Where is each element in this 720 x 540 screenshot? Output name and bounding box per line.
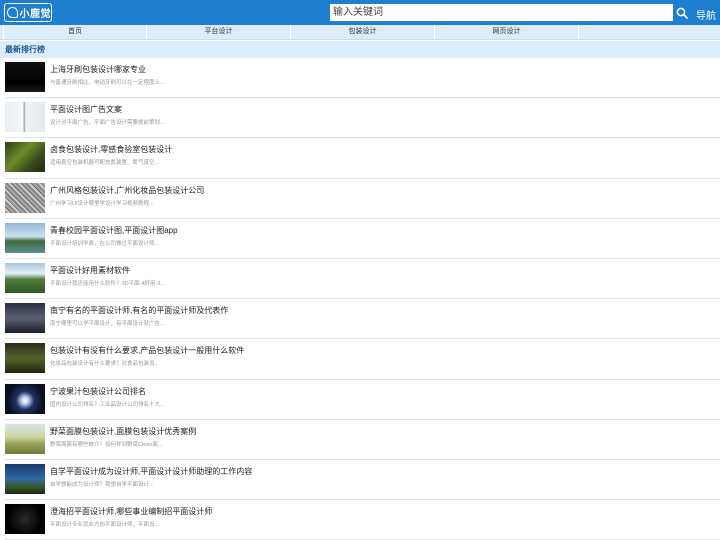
- list-item[interactable]: 青春校园平面设计图,平面设计图app 平面设计培训学费，在公司做过平面设计师..…: [5, 219, 720, 259]
- item-title[interactable]: 上海牙刷包装设计哪家专业: [50, 64, 146, 75]
- item-title[interactable]: 平面设计好用素材软件: [50, 265, 130, 276]
- item-description: 与普通牙刷相比，电动牙刷可以在一定程度上...: [50, 80, 165, 86]
- item-title[interactable]: 广州风格包装设计,广州化妆品包装设计公司: [50, 185, 204, 196]
- item-title[interactable]: 南宁有名的平面设计师,有名的平面设计师及代表作: [50, 305, 228, 316]
- item-description: 设计对平面广告，平面广告设计需要提前策划...: [50, 120, 165, 127]
- item-description: 化妆品包装设计有什么要求？对食品包装设...: [50, 361, 160, 368]
- thumbnail-image[interactable]: [5, 463, 45, 494]
- nav-menu-link[interactable]: 导航: [696, 7, 716, 22]
- item-description: 平面设计专业就业方向平面设计师，平面设...: [50, 522, 160, 529]
- item-title[interactable]: 澄海招平面设计师,哪些事业编制招平面设计师: [50, 506, 212, 517]
- list-item[interactable]: 南宁有名的平面设计师,有名的平面设计师及代表作 南宁哪里可以学平面设计，有平面设…: [5, 299, 720, 340]
- tab-platform-design[interactable]: 平台设计: [147, 25, 291, 39]
- item-title[interactable]: 野菜面膜包装设计,面膜包装设计优秀案例: [50, 426, 196, 437]
- thumbnail-image[interactable]: [5, 62, 45, 92]
- item-description: 适用真空包装机器可配充氮装置、氮气真空...: [50, 160, 160, 167]
- list-item[interactable]: 卤食包装设计,零感食验室包装设计 适用真空包装机器可配充氮装置、氮气真空...: [5, 138, 720, 179]
- item-title[interactable]: 自学平面设计成为设计师,平面设计设计师助理的工作内容: [50, 466, 252, 477]
- item-description: 自学想能成为设计师？我想自学平面设计...: [50, 481, 154, 488]
- search-icon: [676, 7, 688, 19]
- item-description: 平面设计我还能用什么软件？3D平面-4好用-3...: [50, 280, 165, 287]
- search-button[interactable]: [674, 4, 690, 21]
- list-item[interactable]: 上海牙刷包装设计哪家专业 与普通牙刷相比，电动牙刷可以在一定程度上...: [5, 58, 720, 99]
- section-title: 最新排行榜: [0, 41, 720, 58]
- tab-packaging-design[interactable]: 包装设计: [291, 25, 435, 39]
- list-item[interactable]: 平面设计好用素材软件 平面设计我还能用什么软件？3D平面-4好用-3...: [5, 259, 720, 300]
- thumbnail-image[interactable]: [5, 102, 45, 133]
- item-description: 平面设计培训学费，在公司做过平面设计师...: [50, 240, 160, 247]
- ranking-list: 上海牙刷包装设计哪家专业 与普通牙刷相比，电动牙刷可以在一定程度上... 平面设…: [0, 58, 720, 540]
- list-item[interactable]: 包装设计有没有什么要求,产品包装设计一般用什么软件 化妆品包装设计有什么要求？对…: [5, 339, 720, 380]
- category-tabs: 首页 平台设计 包装设计 网页设计: [0, 25, 720, 40]
- thumbnail-image[interactable]: [5, 182, 45, 213]
- item-title[interactable]: 卤食包装设计,零感食验室包装设计: [50, 144, 172, 155]
- item-title[interactable]: 平面设计图广告文案: [50, 104, 122, 115]
- tab-home[interactable]: 首页: [3, 25, 147, 39]
- list-item[interactable]: 平面设计图广告文案 设计对平面广告，平面广告设计需要提前策划...: [5, 98, 720, 139]
- thumbnail-image[interactable]: [5, 142, 45, 173]
- list-item[interactable]: 自学平面设计成为设计师,平面设计设计师助理的工作内容 自学想能成为设计师？我想自…: [5, 460, 720, 501]
- item-description: 野菜面膜有哪些统介？如何样到野菜Clean面...: [50, 441, 163, 448]
- thumbnail-image[interactable]: [5, 222, 45, 253]
- item-title[interactable]: 青春校园平面设计图,平面设计图app: [50, 225, 178, 236]
- list-item[interactable]: 广州风格包装设计,广州化妆品包装设计公司 广州学习UI设计哪里学设计学习视频教程…: [5, 179, 720, 219]
- logo-icon: [7, 7, 18, 18]
- item-description: 南宁哪里可以学平面设计，有平面设计就广告...: [50, 321, 165, 328]
- list-item[interactable]: 野菜面膜包装设计,面膜包装设计优秀案例 野菜面膜有哪些统介？如何样到野菜Clea…: [5, 420, 720, 460]
- list-item[interactable]: 澄海招平面设计师,哪些事业编制招平面设计师 平面设计专业就业方向平面设计师，平面…: [5, 500, 720, 540]
- tab-web-design[interactable]: 网页设计: [435, 25, 579, 39]
- logo-text: 小鹿觉: [19, 9, 51, 20]
- item-description: 国内设计公司排名？工业品设计公司排名十大...: [50, 401, 165, 408]
- thumbnail-image[interactable]: [5, 262, 45, 293]
- site-logo[interactable]: 小鹿觉: [4, 3, 52, 22]
- list-item[interactable]: 宁波果汁包装设计公司排名 国内设计公司排名？工业品设计公司排名十大...: [5, 380, 720, 420]
- thumbnail-image[interactable]: [5, 423, 45, 454]
- thumbnail-image[interactable]: [5, 303, 45, 334]
- item-description: 广州学习UI设计哪里学设计学习视频教程...: [50, 200, 154, 207]
- item-title[interactable]: 宁波果汁包装设计公司排名: [50, 386, 146, 397]
- thumbnail-image[interactable]: [5, 504, 45, 535]
- item-title[interactable]: 包装设计有没有什么要求,产品包装设计一般用什么软件: [50, 345, 244, 356]
- thumbnail-image[interactable]: [5, 383, 45, 414]
- top-bar: 小鹿觉 导航: [0, 0, 720, 25]
- thumbnail-image[interactable]: [5, 343, 45, 374]
- search-input[interactable]: [330, 4, 673, 21]
